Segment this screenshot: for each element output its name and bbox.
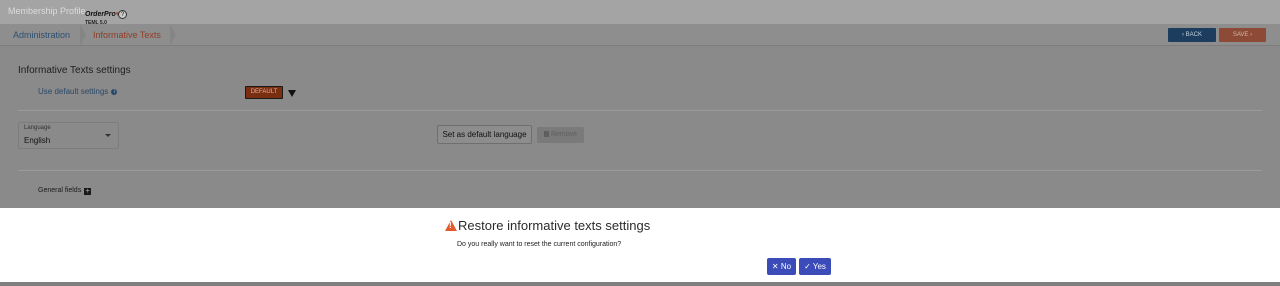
section-title: Informative Texts settings bbox=[18, 65, 131, 76]
chevron-down-icon bbox=[105, 134, 111, 137]
info-icon[interactable]: i bbox=[111, 89, 118, 95]
back-button[interactable]: ‹ BACK bbox=[1168, 28, 1216, 42]
chevron-right-icon: › bbox=[1248, 32, 1253, 38]
general-fields-toggle[interactable]: General fields + bbox=[38, 187, 92, 195]
breadcrumb-item-informative-texts: Informative Texts bbox=[93, 30, 161, 40]
dialog-title-text: Restore informative texts settings bbox=[458, 218, 651, 233]
divider bbox=[18, 170, 1262, 171]
breadcrumb-item-administration[interactable]: Administration bbox=[13, 30, 70, 40]
back-label: BACK bbox=[1185, 32, 1202, 38]
language-value: English bbox=[24, 136, 51, 145]
yes-label: Yes bbox=[812, 262, 826, 271]
dialog-title: Restore informative texts settings bbox=[445, 218, 650, 233]
set-default-language-button[interactable]: Set as default language bbox=[437, 125, 532, 144]
membership-profile-label[interactable]: Membership Profile bbox=[8, 6, 86, 16]
language-select[interactable]: Language English bbox=[18, 122, 119, 149]
logo-name: OrderPro bbox=[85, 11, 116, 18]
filter-icon[interactable] bbox=[288, 90, 296, 97]
top-bar: Membership Profile OrderPro♥ TEML 5.0 ? bbox=[0, 0, 1280, 26]
settings-panel: Informative Texts settings Use default s… bbox=[0, 47, 1280, 208]
breadcrumb-separator bbox=[80, 24, 86, 46]
save-button[interactable]: SAVE › bbox=[1219, 28, 1266, 42]
plus-icon[interactable]: + bbox=[84, 188, 92, 195]
confirm-dialog: Restore informative texts settings Do yo… bbox=[0, 208, 1280, 282]
no-button[interactable]: ✕ No bbox=[767, 258, 796, 275]
remove-label: Remove bbox=[550, 131, 578, 138]
dialog-message: Do you really want to reset the current … bbox=[457, 241, 622, 248]
warning-icon bbox=[445, 220, 457, 231]
yes-button[interactable]: ✓ Yes bbox=[799, 258, 831, 275]
remove-button[interactable]: Remove bbox=[537, 127, 584, 143]
help-icon[interactable]: ? bbox=[118, 10, 127, 19]
language-label: Language bbox=[24, 125, 51, 131]
modal-backdrop-strip bbox=[0, 282, 1280, 286]
breadcrumb-separator bbox=[170, 24, 176, 46]
use-default-settings[interactable]: Use default settings i bbox=[38, 87, 118, 96]
orderpro-logo: OrderPro♥ TEML 5.0 bbox=[85, 4, 120, 26]
close-icon: ✕ bbox=[771, 262, 781, 271]
save-label: SAVE bbox=[1232, 32, 1249, 38]
divider bbox=[18, 110, 1262, 111]
breadcrumb: Administration Informative Texts bbox=[0, 24, 1280, 46]
check-icon: ✓ bbox=[804, 262, 813, 271]
trash-icon bbox=[543, 131, 549, 137]
default-badge[interactable]: DEFAULT bbox=[245, 86, 283, 99]
no-label: No bbox=[780, 262, 792, 271]
general-fields-label: General fields bbox=[38, 187, 82, 194]
use-default-label: Use default settings bbox=[38, 87, 109, 96]
